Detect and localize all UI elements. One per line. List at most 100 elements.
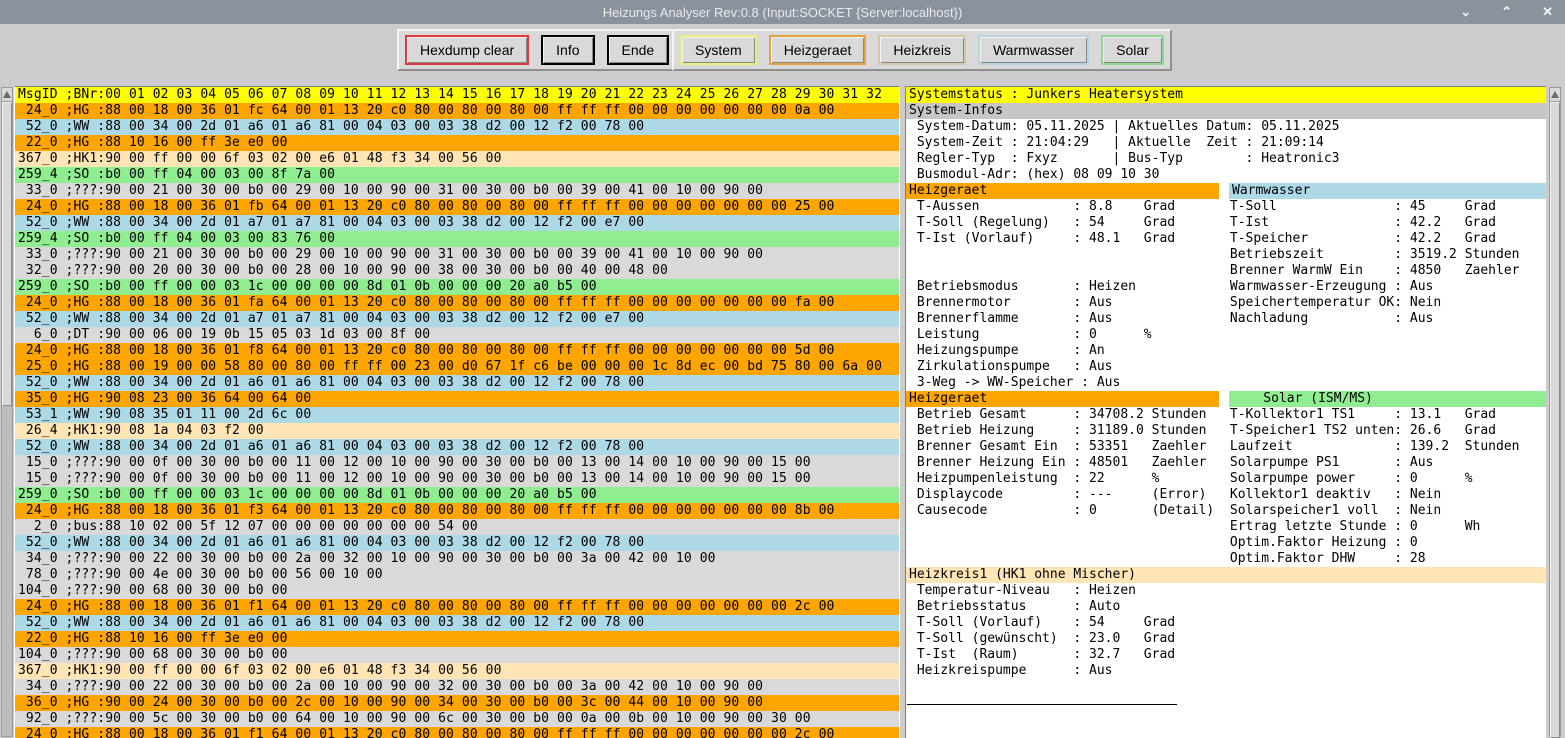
divider — [907, 695, 1177, 705]
status-section-header: System-Infos — [906, 103, 1546, 119]
hexdump-row: 78_0 ;???:90 00 4e 00 30 00 b0 00 56 00 … — [15, 567, 899, 583]
hexdump-row: 52_0 ;WW :88 00 34 00 2d 01 a6 01 a6 81 … — [15, 439, 899, 455]
status-line: Ertrag letzte Stunde : 0 Wh — [906, 519, 1546, 535]
hexdump-row: 52_0 ;WW :88 00 34 00 2d 01 a6 01 a6 81 … — [15, 119, 899, 135]
status-line: Betrieb Heizung : 31189.0 Stunden T-Spei… — [906, 423, 1546, 439]
scroll-up-arrow-icon[interactable] — [1550, 88, 1560, 102]
status-section-header: Heizgeraet — [906, 183, 1219, 199]
toolbar-group-actions: Hexdump clear Info Ende — [397, 29, 677, 71]
hexdump-row: 35_0 ;HG :90 08 23 00 36 64 00 64 00 — [15, 391, 899, 407]
window-controls: ⌄ ⌃ ✕ — [1460, 0, 1553, 24]
hexdump-row: 34_0 ;???:90 00 22 00 30 00 b0 00 2a 00 … — [15, 551, 899, 567]
hexdump-row: 32_0 ;???:90 00 20 00 30 00 b0 00 28 00 … — [15, 263, 899, 279]
hexdump-row: 6_0 ;DT :90 00 06 00 19 0b 15 05 03 1d 0… — [15, 327, 899, 343]
status-line: T-Soll (Vorlauf) : 54 Grad — [906, 615, 1546, 631]
hexdump-row: 36_0 ;HG :90 00 24 00 30 00 b0 00 2c 00 … — [15, 695, 899, 711]
title-bar: Heizungs Analyser Rev:0.8 (Input:SOCKET … — [0, 0, 1565, 24]
hexdump-scrollbar[interactable] — [1, 87, 13, 737]
status-line: Regler-Typ : Fxyz | Bus-Typ : Heatronic3 — [906, 151, 1546, 167]
hexdump-row: 259_0 ;SO :b0 00 ff 00 00 03 1c 00 00 00… — [15, 279, 899, 295]
status-line: System-Zeit : 21:04:29 | Aktuelle Zeit :… — [906, 135, 1546, 151]
status-line: Heizkreispumpe : Aus — [906, 663, 1546, 679]
window-title: Heizungs Analyser Rev:0.8 (Input:SOCKET … — [603, 5, 963, 20]
solar-button[interactable]: Solar — [1101, 35, 1164, 65]
status-lines: Systemstatus : Junkers HeatersystemSyste… — [906, 87, 1546, 705]
hexdump-row: 33_0 ;???:90 00 21 00 30 00 b0 00 29 00 … — [15, 183, 899, 199]
hexdump-rows: 24_0 ;HG :88 00 18 00 36 01 fc 64 00 01 … — [15, 103, 899, 738]
hexdump-row: 104_0 ;???:90 00 68 00 30 00 b0 00 — [15, 647, 899, 663]
hexdump-row: 24_0 ;HG :88 00 18 00 36 01 f8 64 00 01 … — [15, 343, 899, 359]
hexdump-row: 15_0 ;???:90 00 0f 00 30 00 b0 00 11 00 … — [15, 455, 899, 471]
hexdump-row: 259_0 ;SO :b0 00 ff 00 00 03 1c 00 00 00… — [15, 487, 899, 503]
status-section-header: Systemstatus : Junkers Heatersystem — [906, 87, 1546, 103]
close-icon[interactable]: ✕ — [1542, 0, 1553, 24]
status-panel[interactable]: Systemstatus : Junkers HeatersystemSyste… — [905, 86, 1546, 738]
status-line: Heizpumpenleistung : 22 % Solarpumpe pow… — [906, 471, 1546, 487]
hexdump-header-row: MsgID ;BNr:00 01 02 03 04 05 06 07 08 09… — [15, 87, 899, 103]
status-scrollbar[interactable] — [1549, 87, 1561, 737]
status-section-header: Solar (ISM/MS) — [1229, 391, 1546, 407]
scrollbar-thumb[interactable] — [2, 102, 12, 406]
hexdump-row: 52_0 ;WW :88 00 34 00 2d 01 a7 01 a7 81 … — [15, 311, 899, 327]
status-line: Leistung : 0 % — [906, 327, 1546, 343]
status-line: Brennermotor : Aus Speichertemperatur OK… — [906, 295, 1546, 311]
status-line: Busmodul-Adr: (hex) 08 09 10 30 — [906, 167, 1546, 183]
hexdump-row: 22_0 ;HG :88 10 16 00 ff 3e e0 00 — [15, 631, 899, 647]
hexdump-row: 52_0 ;WW :88 00 34 00 2d 01 a7 01 a7 81 … — [15, 215, 899, 231]
hexdump-row: 2_0 ;bus:88 10 02 00 5f 12 07 00 00 00 0… — [15, 519, 899, 535]
warmwasser-button[interactable]: Warmwasser — [978, 35, 1089, 65]
status-line: T-Ist (Vorlauf) : 48.1 Grad T-Speicher :… — [906, 231, 1546, 247]
scrollbar-thumb[interactable] — [1550, 102, 1560, 738]
status-line: Displaycode : --- (Error) Kollektor1 dea… — [906, 487, 1546, 503]
hexdump-row: 15_0 ;???:90 00 0f 00 30 00 b0 00 11 00 … — [15, 471, 899, 487]
status-line: T-Soll (Regelung) : 54 Grad T-Ist : 42.2… — [906, 215, 1546, 231]
hexdump-row: 24_0 ;HG :88 00 18 00 36 01 fb 64 00 01 … — [15, 199, 899, 215]
heizgeraet-button[interactable]: Heizgeraet — [769, 35, 867, 65]
status-line: Betriebsstatus : Auto — [906, 599, 1546, 615]
scroll-up-arrow-icon[interactable] — [2, 88, 12, 102]
heizkreis-button[interactable]: Heizkreis — [878, 35, 966, 65]
hexdump-row: 24_0 ;HG :88 00 18 00 36 01 f1 64 00 01 … — [15, 727, 899, 738]
hexdump-row: 26_4 ;HK1:90 08 1a 04 03 f2 00 — [15, 423, 899, 439]
status-line: Betrieb Gesamt : 34708.2 Stunden T-Kolle… — [906, 407, 1546, 423]
hexdump-row: 22_0 ;HG :88 10 16 00 ff 3e e0 00 — [15, 135, 899, 151]
hexdump-row: 24_0 ;HG :88 00 18 00 36 01 fc 64 00 01 … — [15, 103, 899, 119]
hexdump-row: 25_0 ;HG :88 00 19 00 00 58 80 00 80 00 … — [15, 359, 899, 375]
status-section-header-row: Heizgeraet Warmwasser — [906, 183, 1546, 199]
hexdump-row: 52_0 ;WW :88 00 34 00 2d 01 a6 01 a6 81 … — [15, 375, 899, 391]
maximize-icon[interactable]: ⌃ — [1501, 0, 1512, 24]
status-line: Heizungspumpe : An — [906, 343, 1546, 359]
status-line: Betriebszeit : 3519.2 Stunden — [906, 247, 1546, 263]
hexdump-row: 92_0 ;???:90 00 5c 00 30 00 b0 00 64 00 … — [15, 711, 899, 727]
info-button[interactable]: Info — [541, 35, 594, 65]
hexdump-row: 52_0 ;WW :88 00 34 00 2d 01 a6 01 a6 81 … — [15, 535, 899, 551]
hexdump-row: 34_0 ;???:90 00 22 00 30 00 b0 00 2a 00 … — [15, 679, 899, 695]
status-line: T-Aussen : 8.8 Grad T-Soll : 45 Grad — [906, 199, 1546, 215]
hexdump-clear-button[interactable]: Hexdump clear — [405, 35, 529, 65]
status-line: 3-Weg -> WW-Speicher : Aus — [906, 375, 1546, 391]
hexdump-row: 52_0 ;WW :88 00 34 00 2d 01 a6 01 a6 81 … — [15, 615, 899, 631]
toolbar-group-views: System Heizgeraet Heizkreis Warmwasser S… — [672, 29, 1172, 71]
ende-button[interactable]: Ende — [607, 35, 670, 65]
status-section-header: Warmwasser — [1229, 183, 1546, 199]
hexdump-panel[interactable]: MsgID ;BNr:00 01 02 03 04 05 06 07 08 09… — [14, 86, 900, 738]
status-section-header-row: Heizgeraet Solar (ISM/MS) — [906, 391, 1546, 407]
hexdump-row: 259_4 ;SO :b0 00 ff 04 00 03 00 8f 7a 00 — [15, 167, 899, 183]
status-section-header: Heizgeraet — [906, 391, 1219, 407]
hexdump-row: 24_0 ;HG :88 00 18 00 36 01 f1 64 00 01 … — [15, 599, 899, 615]
status-line: System-Datum: 05.11.2025 | Aktuelles Dat… — [906, 119, 1546, 135]
system-button[interactable]: System — [680, 35, 757, 65]
status-line: Zirkulationspumpe : Aus — [906, 359, 1546, 375]
minimize-icon[interactable]: ⌄ — [1460, 0, 1471, 24]
hexdump-row: 24_0 ;HG :88 00 18 00 36 01 fa 64 00 01 … — [15, 295, 899, 311]
status-line: Optim.Faktor Heizung : 0 — [906, 535, 1546, 551]
hexdump-row: 33_0 ;???:90 00 21 00 30 00 b0 00 29 00 … — [15, 247, 899, 263]
hexdump-row: 24_0 ;HG :88 00 18 00 36 01 f3 64 00 01 … — [15, 503, 899, 519]
status-line: Brennerflamme : Aus Nachladung : Aus — [906, 311, 1546, 327]
status-section-header: Heizkreis1 (HK1 ohne Mischer) — [906, 567, 1546, 583]
hexdump-row: 367_0 ;HK1:90 00 ff 00 00 6f 03 02 00 e6… — [15, 663, 899, 679]
status-line: Brenner Heizung Ein : 48501 Zaehler Sola… — [906, 455, 1546, 471]
status-line: Brenner Gesamt Ein : 53351 Zaehler Laufz… — [906, 439, 1546, 455]
status-line: T-Ist (Raum) : 32.7 Grad — [906, 647, 1546, 663]
toolbar: Hexdump clear Info Ende System Heizgerae… — [0, 24, 1565, 77]
